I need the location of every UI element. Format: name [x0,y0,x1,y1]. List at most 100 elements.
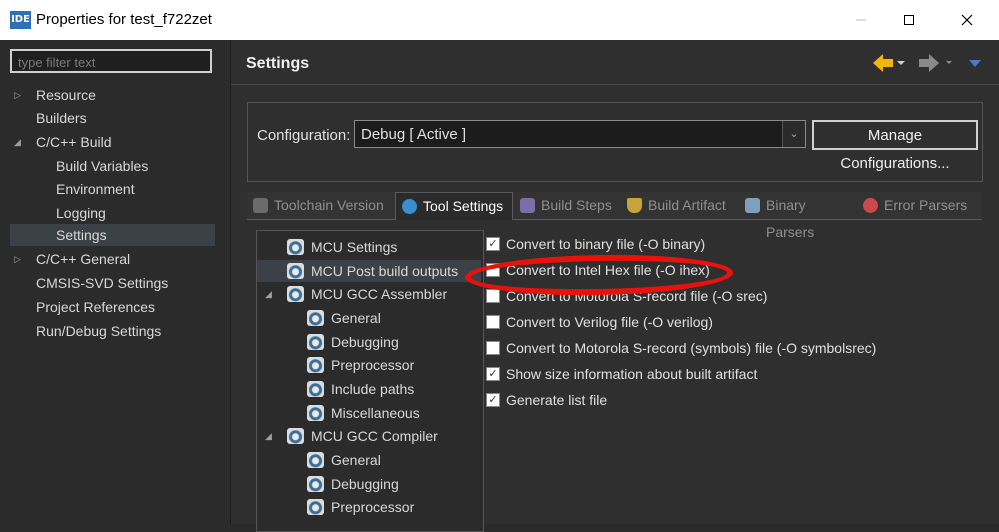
tree-label: Environment [56,181,135,197]
tool-label: MCU GCC Compiler [311,428,438,444]
tool-item-assembler-miscellaneous[interactable]: Miscellaneous [261,402,481,424]
option-binary-file[interactable]: ✓ Convert to binary file (-O binary) [486,233,946,255]
binary-parser-icon [745,198,760,213]
configuration-label: Configuration: [257,127,351,144]
tree-label: C/C++ Build [36,134,112,150]
tree-item-resource[interactable]: ▷ Resource [14,84,214,106]
tab-label: Toolchain Version [274,197,384,213]
checkbox[interactable]: ✓ [486,393,500,407]
filter-input[interactable]: type filter text [10,49,212,73]
close-button[interactable] [944,0,990,40]
checkbox[interactable] [486,341,500,355]
tree-label: CMSIS-SVD Settings [36,275,169,291]
tool-label: Include paths [331,381,415,397]
tree-item-builders[interactable]: Builders [14,107,214,129]
tree-item-logging[interactable]: Logging [14,202,214,224]
tree-label: Resource [36,87,96,103]
navigation-toolbar [873,54,981,72]
tab-toolchain-version[interactable]: Toolchain Version [247,192,395,219]
configuration-value: Debug [ Active ] [361,126,467,143]
settings-tabs: Toolchain Version Tool Settings Build St… [247,192,982,240]
tool-label: Debugging [331,334,399,350]
tree-item-project-references[interactable]: Project References [14,296,214,318]
window-title: Properties for test_f722zet [36,11,212,28]
minimize-icon [856,19,866,21]
error-icon [863,198,878,213]
tab-label: Tool Settings [423,198,504,214]
tab-build-steps[interactable]: Build Steps [514,192,620,219]
option-motorola-srec-symbols[interactable]: Convert to Motorola S-record (symbols) f… [486,337,946,359]
tool-item-mcu-settings[interactable]: MCU Settings [261,236,481,258]
tool-item-assembler-debugging[interactable]: Debugging [261,331,481,353]
tree-label: Build Variables [56,158,149,174]
ide-app-icon: IDE [10,11,31,29]
tree-item-cmsis-svd[interactable]: CMSIS-SVD Settings [14,272,214,294]
checkbox[interactable]: ✓ [486,367,500,381]
option-label: Generate list file [506,392,608,408]
tab-tool-settings[interactable]: Tool Settings [395,192,513,220]
gear-icon [287,428,304,444]
forward-arrow-icon[interactable] [919,54,952,72]
gear-icon [307,452,324,468]
tab-binary-parsers[interactable]: Binary Parsers [739,192,856,240]
tab-error-parsers[interactable]: Error Parsers [857,192,979,219]
collapse-icon[interactable]: ◢ [265,425,275,441]
tool-label: Preprocessor [331,499,415,515]
tool-item-compiler-debugging[interactable]: Debugging [261,473,481,495]
gear-icon [307,357,324,373]
tool-label: General [331,452,381,468]
checkbox[interactable]: ✓ [486,237,500,251]
checkbox[interactable] [486,315,500,329]
expand-icon[interactable]: ▷ [14,84,24,100]
maximize-button[interactable] [886,0,932,40]
page-title: Settings [246,55,310,72]
gear-icon [287,239,304,255]
option-generate-list[interactable]: ✓ Generate list file [486,389,946,411]
tool-item-assembler-preprocessor[interactable]: Preprocessor [261,354,481,376]
trophy-icon [627,198,642,213]
tree-label: Settings [56,227,107,243]
tool-item-compiler-preprocessor[interactable]: Preprocessor [261,496,481,518]
tree-item-build-variables[interactable]: Build Variables [14,155,214,177]
tool-label: MCU Settings [311,239,398,255]
tree-label: Run/Debug Settings [36,323,162,339]
minimize-button[interactable] [838,0,884,40]
build-steps-icon [520,198,535,213]
checkbox[interactable] [486,289,500,303]
tree-item-environment[interactable]: Environment [14,178,214,200]
tree-label: C/C++ General [36,251,131,267]
tool-label: General [331,310,381,326]
tab-label: Build Artifact [648,197,726,213]
tool-label: MCU GCC Assembler [311,286,448,302]
collapse-icon[interactable]: ◢ [14,131,24,147]
back-arrow-icon[interactable] [873,54,905,72]
gear-icon [307,334,324,350]
tool-settings-tree: MCU Settings MCU Post build outputs ◢ MC… [256,230,484,532]
tool-item-mcu-post-build-outputs[interactable]: MCU Post build outputs [257,260,481,282]
view-menu-icon[interactable] [969,60,981,67]
tool-label: Preprocessor [331,357,415,373]
manage-configurations-button[interactable]: Manage Configurations... [812,120,978,172]
tree-item-cpp-general[interactable]: ▷ C/C++ General [14,248,214,270]
tool-item-assembler-general[interactable]: General [261,307,481,329]
tool-item-assembler-include-paths[interactable]: Include paths [261,378,481,400]
tree-item-run-debug[interactable]: Run/Debug Settings [14,320,214,342]
chevron-down-icon[interactable]: ⌄ [782,121,805,147]
toolchain-icon [253,198,268,213]
tree-item-cpp-build[interactable]: ◢ C/C++ Build [14,131,214,153]
configuration-select[interactable]: Debug [ Active ] ⌄ [354,120,806,148]
property-pages-pane: type filter text ▷ Resource Builders ◢ C… [0,40,231,524]
tool-item-mcu-gcc-compiler[interactable]: ◢ MCU GCC Compiler [261,425,481,447]
tab-build-artifact[interactable]: Build Artifact [621,192,738,219]
collapse-icon[interactable]: ◢ [265,283,275,299]
tree-item-settings[interactable]: Settings [10,224,215,246]
expand-icon[interactable]: ▷ [14,248,24,264]
option-show-size[interactable]: ✓ Show size information about built arti… [486,363,946,385]
gear-icon [287,263,304,279]
tab-label: Build Steps [541,197,612,213]
tool-label: MCU Post build outputs [311,263,459,279]
tool-item-mcu-gcc-assembler[interactable]: ◢ MCU GCC Assembler [261,283,481,305]
option-verilog-file[interactable]: Convert to Verilog file (-O verilog) [486,311,946,333]
tree-label: Project References [36,299,156,315]
tool-item-compiler-general[interactable]: General [261,449,481,471]
